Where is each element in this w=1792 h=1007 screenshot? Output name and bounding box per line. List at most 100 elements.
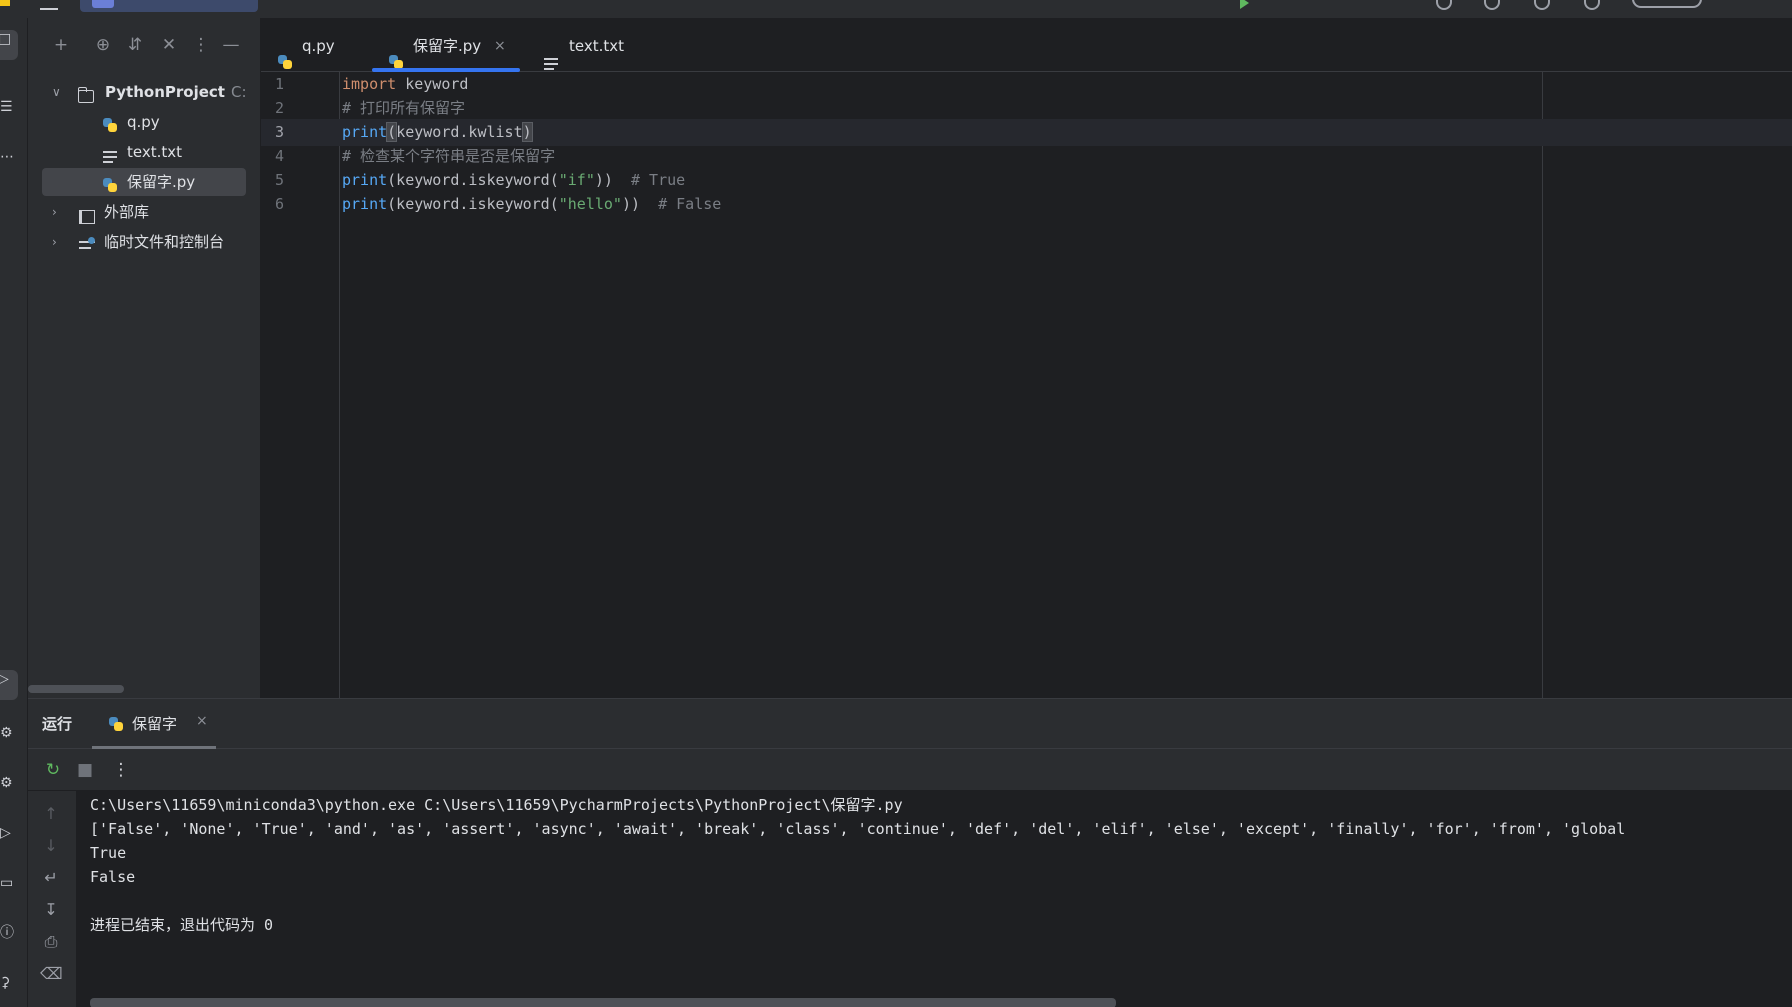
project-switcher[interactable]	[80, 0, 258, 12]
add-user-icon[interactable]	[1484, 0, 1500, 10]
run-tool-window: 运行 保留字 × ↻ ■ ⋮ ↑ ↓ ↵ ↧ ⎙ ⌫ C:\Users\1165…	[28, 698, 1792, 1007]
options-menu-icon[interactable]: ⋮	[190, 34, 212, 56]
close-tab-icon[interactable]: ×	[494, 18, 506, 74]
tree-item-text-txt[interactable]: text.txt	[42, 138, 246, 166]
services-icon[interactable]: ⚙	[0, 774, 18, 792]
clear-trash-icon[interactable]: ⌫	[40, 963, 63, 985]
scroll-up-icon[interactable]: ↑	[40, 803, 62, 825]
tree-item-external-libraries[interactable]: › 外部库	[42, 198, 246, 226]
update-icon[interactable]	[1436, 0, 1452, 10]
tab-label: q.py	[302, 37, 335, 55]
problems-icon[interactable]: ⓘ	[0, 924, 18, 942]
line-number[interactable]: 4	[275, 143, 295, 170]
code-line[interactable]: 2 # 打印所有保留字	[261, 95, 1792, 122]
run-side-toolbar: ↑ ↓ ↵ ↧ ⎙ ⌫	[28, 791, 76, 1007]
code-token-paren: (	[386, 122, 398, 142]
code-line[interactable]: 6 print(keyword.iskeyword("hello")) # Fal…	[261, 191, 1792, 218]
main-menu-icon[interactable]	[40, 0, 58, 10]
project-folder-icon[interactable]: □	[0, 30, 18, 60]
code-line[interactable]: 3 print(keyword.kwlist)	[261, 119, 1792, 146]
run-tab-label: 保留字	[132, 715, 178, 733]
tab-label: 保留字.py	[413, 37, 482, 55]
console-output[interactable]: C:\Users\11659\miniconda3\python.exe C:\…	[90, 791, 1790, 991]
python-file-icon	[102, 174, 118, 192]
code-line[interactable]: 4 # 检查某个字符串是否是保留字	[261, 143, 1792, 170]
project-tool-window: + ⊕ ⇵ ✕ ⋮ — ∨ PythonProjectC:\User q.py …	[28, 18, 260, 698]
print-icon[interactable]: ⎙	[40, 931, 62, 953]
tab-baoliuzi-py[interactable]: 保留字.py ×	[372, 18, 520, 72]
text-file-icon	[103, 146, 119, 163]
console-line: ['False', 'None', 'True', 'and', 'as', '…	[90, 820, 1626, 838]
hide-panel-icon[interactable]: —	[220, 34, 242, 56]
chevron-right-icon[interactable]: ›	[52, 228, 57, 256]
code-line[interactable]: 1 import keyword	[261, 71, 1792, 98]
code-token-paren: )	[521, 122, 533, 142]
chevron-right-icon[interactable]: ›	[52, 198, 57, 226]
code-token-plain: ))	[621, 195, 659, 213]
close-tab-icon[interactable]: ×	[196, 713, 208, 729]
project-toolbar: + ⊕ ⇵ ✕ ⋮ —	[28, 18, 260, 72]
tab-q-py[interactable]: q.py	[261, 18, 359, 72]
python-packages-icon[interactable]: ⚙	[0, 724, 18, 742]
code-editor[interactable]: 1 import keyword 2 # 打印所有保留字 3 print(keyword.…	[261, 72, 1792, 698]
tree-item-baoliuzi-py[interactable]: 保留字.py	[42, 168, 246, 196]
run-config-tab[interactable]: 保留字 ×	[92, 699, 216, 749]
code-text[interactable]: print(keyword.iskeyword("hello")) # Fals…	[342, 191, 721, 218]
account-button[interactable]	[1632, 0, 1702, 8]
expand-all-icon[interactable]: ⇵	[124, 34, 146, 56]
new-file-icon[interactable]: +	[50, 34, 72, 56]
soft-wrap-icon[interactable]: ↵	[40, 867, 62, 889]
search-icon[interactable]	[1534, 0, 1550, 10]
code-token-plain: ))	[594, 171, 631, 189]
collapse-all-icon[interactable]: ✕	[158, 34, 180, 56]
tree-item-label: PythonProject	[105, 83, 225, 101]
line-number[interactable]: 2	[275, 95, 295, 122]
more-tools-icon[interactable]: ⋯	[0, 148, 18, 166]
scroll-down-icon[interactable]: ↓	[40, 835, 62, 857]
code-token-string: "hello"	[558, 195, 622, 213]
line-number[interactable]: 5	[275, 167, 295, 194]
terminal-icon[interactable]: ▭	[0, 874, 18, 892]
code-text[interactable]: print(keyword.kwlist)	[342, 119, 533, 146]
horizontal-scrollbar[interactable]	[28, 685, 124, 693]
stop-icon[interactable]: ■	[74, 759, 96, 781]
more-options-icon[interactable]: ⋮	[110, 759, 132, 781]
code-text[interactable]: print(keyword.iskeyword("if")) # True	[342, 167, 685, 194]
scroll-to-end-icon[interactable]: ↧	[40, 899, 62, 921]
code-token-plain: keyword	[396, 75, 469, 93]
code-token-plain: (keyword.iskeyword(	[387, 195, 559, 213]
left-tool-strip: □ ☰ ⋯ ▷ ⚙ ⚙ ▷ ▭ ⓘ ⚳	[0, 18, 28, 1007]
tab-text-txt[interactable]: text.txt	[528, 18, 638, 72]
run-toolbar: ↻ ■ ⋮	[28, 749, 1792, 791]
line-number[interactable]: 3	[275, 119, 295, 146]
tree-item-scratches[interactable]: › 临时文件和控制台	[42, 228, 246, 256]
structure-icon[interactable]: ☰	[0, 98, 18, 116]
line-number[interactable]: 6	[275, 191, 295, 218]
tree-item-q-py[interactable]: q.py	[42, 108, 246, 136]
line-number[interactable]: 1	[275, 71, 295, 98]
locate-file-icon[interactable]: ⊕	[92, 34, 114, 56]
code-text[interactable]: import keyword	[342, 71, 468, 98]
code-line[interactable]: 5 print(keyword.iskeyword("if")) # True	[261, 167, 1792, 194]
code-token-keyword: import	[342, 75, 397, 93]
code-token-function: print	[342, 123, 388, 141]
code-text[interactable]: # 检查某个字符串是否是保留字	[342, 143, 555, 170]
tree-item-pythonproject[interactable]: ∨ PythonProject C:\User	[42, 78, 246, 106]
console-line: C:\Users\11659\miniconda3\python.exe C:\…	[90, 796, 903, 814]
settings-gear-icon[interactable]	[1584, 0, 1600, 10]
python-console-icon[interactable]: ▷	[0, 824, 18, 842]
run-icon[interactable]	[1240, 0, 1249, 9]
code-text[interactable]: # 打印所有保留字	[342, 95, 465, 122]
code-token-function: print	[342, 195, 388, 213]
tree-item-label: text.txt	[127, 143, 183, 161]
python-file-icon	[102, 114, 118, 132]
code-token-function: print	[342, 171, 388, 189]
run-tool-icon[interactable]: ▷	[0, 670, 18, 700]
chevron-down-icon[interactable]: ∨	[52, 78, 61, 106]
rerun-icon[interactable]: ↻	[42, 759, 64, 781]
console-line: 进程已结束，退出代码为 0	[90, 916, 274, 934]
run-header: 运行 保留字 ×	[28, 699, 1792, 749]
horizontal-scrollbar[interactable]	[90, 998, 1116, 1007]
console-line: False	[90, 868, 136, 886]
git-icon[interactable]: ⚳	[0, 974, 18, 992]
